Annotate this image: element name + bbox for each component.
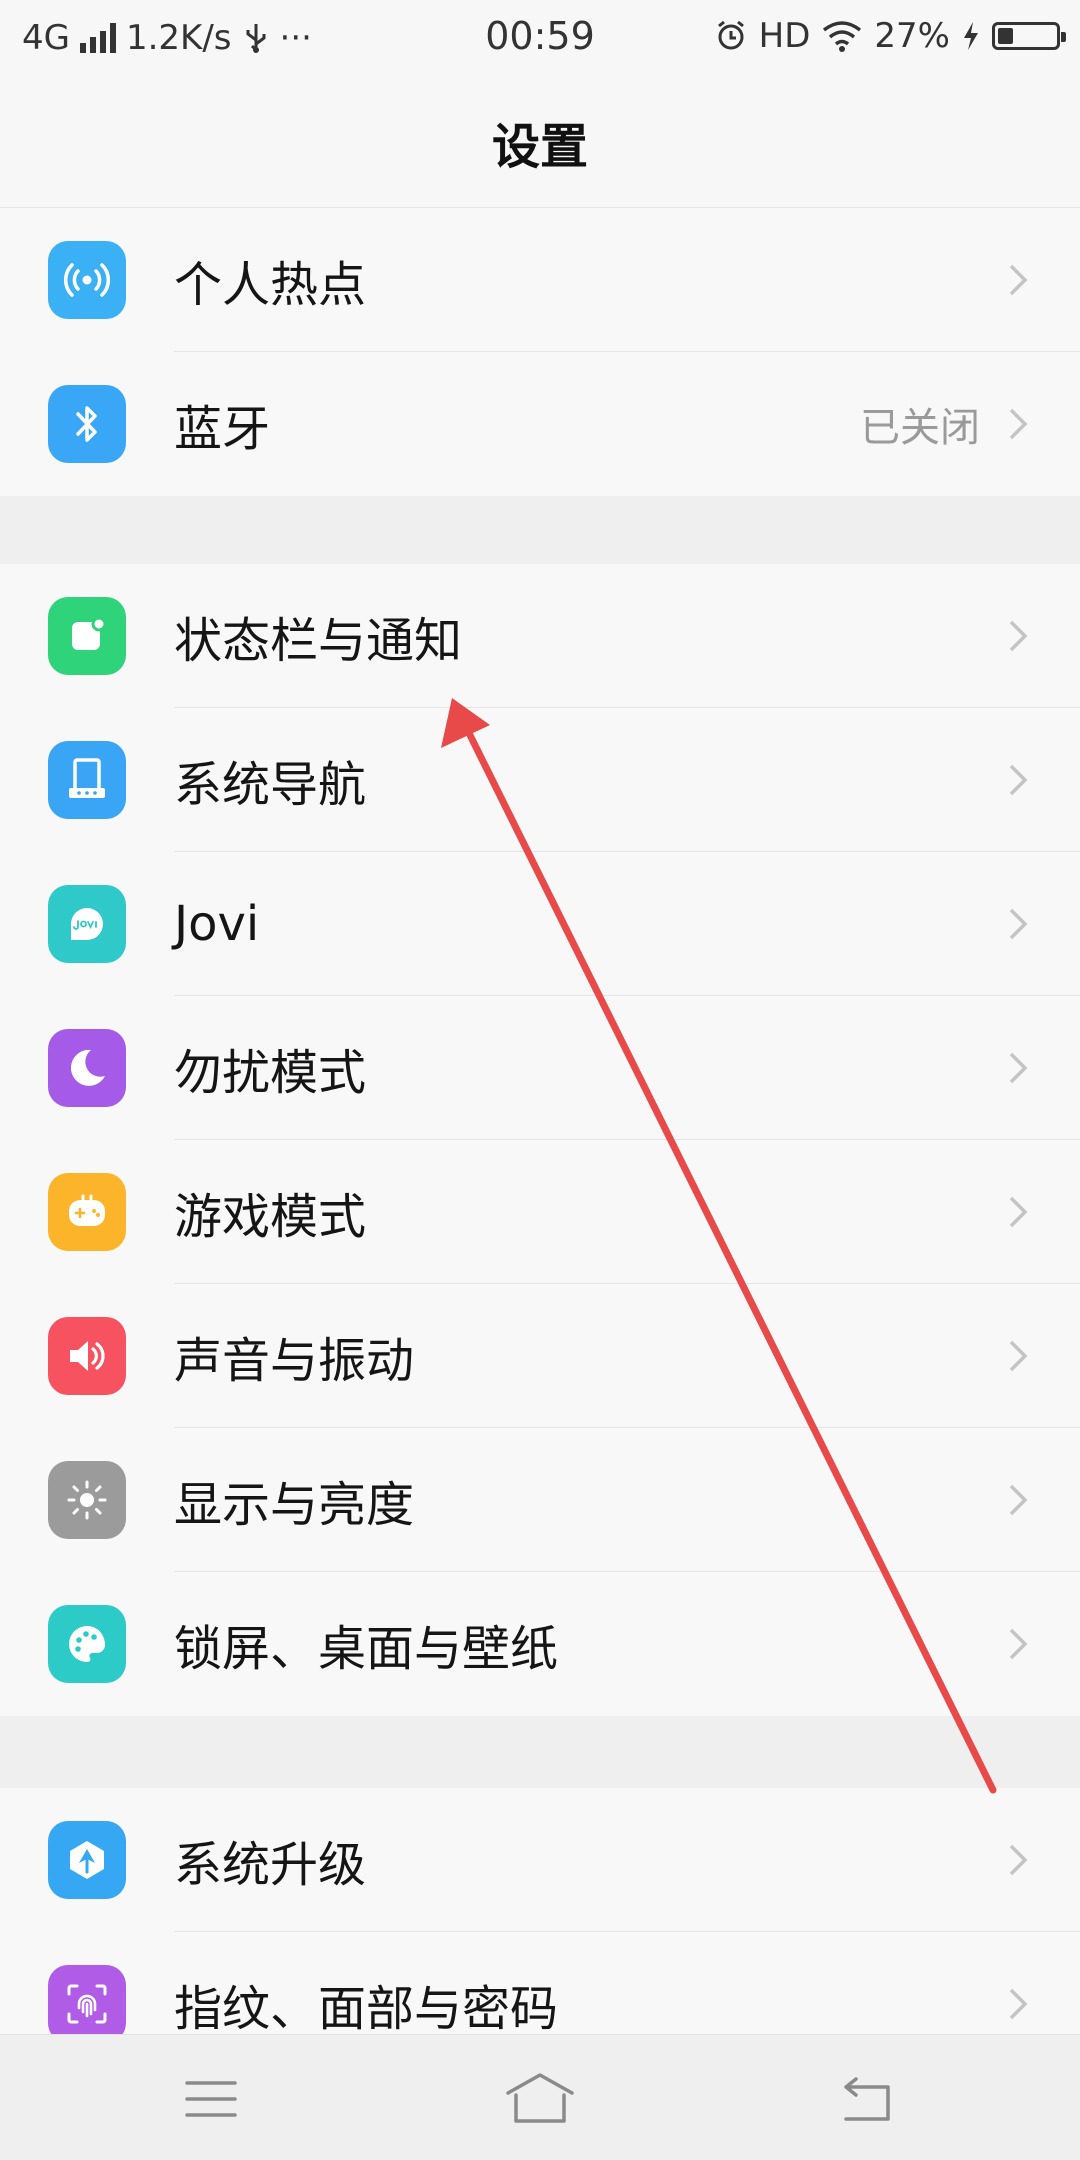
chevron-right-icon — [1009, 1484, 1028, 1516]
settings-item-label: 声音与振动 — [174, 1333, 415, 1389]
settings-item-label: Jovi — [174, 896, 260, 952]
settings-item-system-navigation[interactable]: 系统导航 — [0, 708, 1080, 852]
chevron-right-icon — [1009, 1844, 1028, 1876]
bluetooth-icon — [48, 385, 126, 463]
home-icon — [506, 2073, 574, 2123]
palette-icon — [48, 1605, 126, 1683]
settings-item-lockscreen-wallpaper[interactable]: 锁屏、桌面与壁纸 — [0, 1572, 1080, 1716]
settings-item-jovi[interactable]: Jovi — [0, 852, 1080, 996]
settings-item-label: 系统导航 — [174, 757, 367, 813]
group-separator — [0, 1716, 1080, 1788]
menu-button[interactable] — [171, 2059, 251, 2139]
settings-item-hotspot[interactable]: 个人热点 — [0, 208, 1080, 352]
settings-item-label: 个人热点 — [174, 257, 367, 313]
settings-group-network: 个人热点 蓝牙 已关闭 — [0, 208, 1080, 496]
menu-icon — [185, 2081, 237, 2117]
settings-item-sound-vibration[interactable]: 声音与振动 — [0, 1284, 1080, 1428]
back-button[interactable] — [828, 2059, 908, 2139]
settings-item-display-brightness[interactable]: 显示与亮度 — [0, 1428, 1080, 1572]
brightness-icon — [48, 1461, 126, 1539]
gamepad-icon — [48, 1173, 126, 1251]
hd-indicator: HD — [758, 16, 811, 56]
battery-icon — [992, 22, 1066, 50]
notification-icon — [48, 597, 126, 675]
settings-item-do-not-disturb[interactable]: 勿扰模式 — [0, 996, 1080, 1140]
settings-item-status-bar-notification[interactable]: 状态栏与通知 — [0, 564, 1080, 708]
settings-item-label: 状态栏与通知 — [174, 613, 463, 669]
settings-item-label: 系统升级 — [174, 1837, 367, 1893]
moon-icon — [48, 1029, 126, 1107]
navigation-bar — [0, 2034, 1080, 2160]
page-title: 设置 — [491, 118, 588, 175]
title-bar: 设置 — [0, 76, 1080, 208]
settings-item-bluetooth[interactable]: 蓝牙 已关闭 — [0, 352, 1080, 496]
battery-fill — [998, 28, 1013, 44]
settings-item-game-mode[interactable]: 游戏模式 — [0, 1140, 1080, 1284]
settings-group-system: 系统升级 指纹、面部与密码 — [0, 1788, 1080, 2076]
settings-item-label: 游戏模式 — [174, 1189, 367, 1245]
navigation-icon — [48, 741, 126, 819]
alarm-icon — [717, 20, 744, 50]
back-icon — [844, 2077, 890, 2121]
chevron-right-icon — [1009, 264, 1028, 296]
upgrade-icon — [48, 1821, 126, 1899]
battery-percent: 27% — [874, 16, 950, 56]
status-bar-right: HD 27% — [715, 16, 1066, 56]
fingerprint-icon — [48, 1965, 126, 2043]
settings-item-label: 蓝牙 — [174, 401, 271, 457]
settings-item-label: 显示与亮度 — [174, 1477, 415, 1533]
chevron-right-icon — [1009, 1628, 1028, 1660]
home-button[interactable] — [500, 2059, 580, 2139]
jovi-icon — [48, 885, 126, 963]
chevron-right-icon — [1009, 764, 1028, 796]
settings-item-label: 锁屏、桌面与壁纸 — [174, 1621, 559, 1677]
charging-icon — [964, 22, 978, 50]
chevron-right-icon — [1009, 1052, 1028, 1084]
status-bar: 4G 1.2K/s ··· 00:59 HD 27% — [0, 0, 1080, 76]
chevron-right-icon — [1009, 1340, 1028, 1372]
hotspot-icon — [48, 241, 126, 319]
group-separator — [0, 496, 1080, 564]
speaker-icon — [48, 1317, 126, 1395]
chevron-right-icon — [1009, 620, 1028, 652]
settings-item-system-upgrade[interactable]: 系统升级 — [0, 1788, 1080, 1932]
bluetooth-status: 已关闭 — [860, 405, 980, 451]
chevron-right-icon — [1009, 408, 1028, 440]
chevron-right-icon — [1009, 1988, 1028, 2020]
chevron-right-icon — [1009, 908, 1028, 940]
chevron-right-icon — [1009, 1196, 1028, 1228]
wifi-icon — [823, 21, 862, 52]
settings-item-label: 勿扰模式 — [174, 1045, 367, 1101]
settings-group-display: 状态栏与通知 系统导航 Jovi 勿扰模式 游戏模式 声音与振动 显示与亮度 锁… — [0, 564, 1080, 1716]
